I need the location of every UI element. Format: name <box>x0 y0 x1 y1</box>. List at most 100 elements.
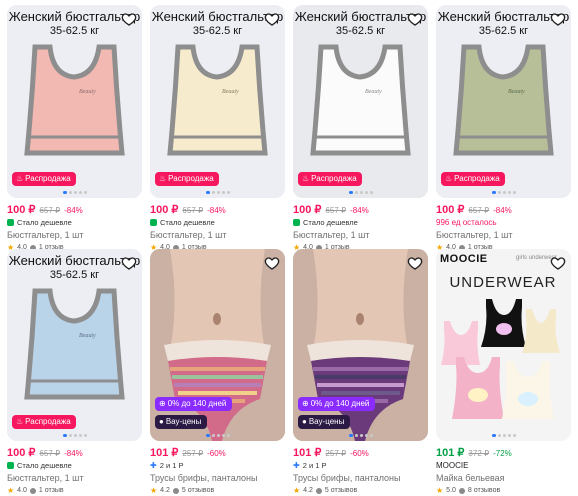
product-title[interactable]: Майка бельевая <box>436 471 571 485</box>
rating-row: ★ 4.2 5 отзывов <box>293 486 358 495</box>
product-image[interactable]: Beauty Женский бюстгальтер 35-62.5 кг ♨ Р… <box>7 5 142 198</box>
promo-line: Стало дешевле <box>7 217 142 228</box>
product-title[interactable]: Бюстгальтер, 1 шт <box>293 228 428 242</box>
promo-tag-icon <box>7 219 14 226</box>
installment-icon: ⊕ <box>159 399 166 408</box>
product-card[interactable]: ⊕ 0% до 140 дней ● Вау-цены 101 ₽ 257 ₽ -6… <box>293 249 428 496</box>
product-title[interactable]: Трусы брифы, панталоны <box>150 471 285 485</box>
tank-tops-image: UNDERWEAR <box>436 249 571 441</box>
sale-badge: ♨ Распродажа <box>441 172 505 186</box>
product-title[interactable]: Бюстгальтер, 1 шт <box>7 228 142 242</box>
fire-icon: ♨ <box>16 174 24 183</box>
vau-badge: ● Вау-цены <box>155 415 208 429</box>
old-price: 657 ₽ <box>325 206 347 215</box>
price: 100 ₽ <box>436 204 465 216</box>
star-icon: ★ <box>7 486 15 495</box>
product-image[interactable]: Beauty Женский бюстгальтер 35-62.5 кг ♨ Р… <box>436 5 571 198</box>
price-row: 100 ₽ 657 ₽ -84% <box>293 203 428 217</box>
product-image[interactable]: ⊕ 0% до 140 дней ● Вау-цены <box>150 249 285 441</box>
review-bubble-icon <box>29 487 36 494</box>
product-image[interactable]: UNDERWEAR MOOCIE girls underwear <box>436 249 571 441</box>
review-bubble-icon <box>458 487 465 494</box>
discount: -84% <box>64 449 83 458</box>
product-card[interactable]: Beauty Женский бюстгальтер 35-62.5 кг ♨ Р… <box>293 5 428 253</box>
promo-tag-icon: ✚ <box>150 461 157 470</box>
old-price: 657 ₽ <box>468 206 490 215</box>
fire-icon: ♨ <box>445 174 453 183</box>
installment-icon: ⊕ <box>302 399 309 408</box>
product-image[interactable]: Beauty Женский бюстгальтер 35-62.5 кг ♨ Р… <box>7 249 142 441</box>
sale-badge: ♨ Распродажа <box>12 415 76 429</box>
heart-icon[interactable] <box>264 11 280 27</box>
price-row: 101 ₽ 257 ₽ -60% <box>293 446 428 460</box>
promo-tag-icon <box>7 462 14 469</box>
old-price: 257 ₽ <box>182 449 204 458</box>
price: 101 ₽ <box>150 447 179 459</box>
old-price: 372 ₽ <box>468 449 490 458</box>
heart-icon[interactable] <box>121 11 137 27</box>
vau-badge: ● Вау-цены <box>298 415 351 429</box>
star-icon: ★ <box>150 486 158 495</box>
product-image[interactable]: Beauty Женский бюстгальтер 35-62.5 кг ♨ Р… <box>293 5 428 198</box>
product-card[interactable]: Beauty Женский бюстгальтер 35-62.5 кг ♨ Р… <box>7 5 142 253</box>
discount: -84% <box>207 206 226 215</box>
svg-text:Beauty: Beauty <box>79 89 96 95</box>
star-icon: ★ <box>436 486 444 495</box>
image-pagination <box>293 191 428 194</box>
image-pagination <box>436 191 571 194</box>
product-card[interactable]: Beauty Женский бюстгальтер 35-62.5 кг ♨ Р… <box>150 5 285 253</box>
promo-line: Стало дешевле <box>293 217 428 228</box>
price-row: 101 ₽ 372 ₽ -72% <box>436 446 571 460</box>
heart-icon[interactable] <box>550 11 566 27</box>
review-bubble-icon <box>315 487 322 494</box>
product-title[interactable]: Трусы брифы, панталоны <box>293 471 428 485</box>
star-icon: ★ <box>293 486 301 495</box>
product-title[interactable]: Бюстгальтер, 1 шт <box>7 471 142 485</box>
price: 101 ₽ <box>436 447 465 459</box>
heart-icon[interactable] <box>264 255 280 271</box>
panties-image <box>150 249 285 441</box>
brand-logo: MOOCIE <box>440 253 488 265</box>
image-pagination <box>293 434 428 437</box>
image-pagination <box>7 191 142 194</box>
product-image[interactable]: Beauty Женский бюстгальтер 35-62.5 кг ♨ Р… <box>150 5 285 198</box>
discount: -60% <box>207 449 226 458</box>
price: 100 ₽ <box>7 447 36 459</box>
promo-tag-icon <box>293 219 300 226</box>
product-title[interactable]: Бюстгальтер, 1 шт <box>150 228 285 242</box>
brand-name[interactable]: MOOCIE <box>436 460 571 471</box>
svg-text:Beauty: Beauty <box>365 89 382 95</box>
heart-icon[interactable] <box>407 11 423 27</box>
product-card[interactable]: Beauty Женский бюстгальтер 35-62.5 кг ♨ Р… <box>7 249 142 496</box>
svg-text:Beauty: Beauty <box>79 333 96 339</box>
vau-icon: ● <box>302 417 307 426</box>
product-card[interactable]: ⊕ 0% до 140 дней ● Вау-цены 101 ₽ 257 ₽ -6… <box>150 249 285 496</box>
price: 101 ₽ <box>293 447 322 459</box>
fire-icon: ♨ <box>159 174 167 183</box>
image-pagination <box>436 434 571 437</box>
product-card[interactable]: UNDERWEAR MOOCIE girls underwear 101 ₽ 3… <box>436 249 571 496</box>
rating-row: ★ 4.0 1 отзыв <box>7 486 64 495</box>
old-price: 657 ₽ <box>39 206 61 215</box>
promo-line: Стало дешевле <box>7 460 142 471</box>
promo-tag-icon <box>150 219 157 226</box>
sale-badge: ♨ Распродажа <box>12 172 76 186</box>
old-price: 257 ₽ <box>325 449 347 458</box>
rating-row: ★ 5.0 8 отзывов <box>436 486 501 495</box>
svg-text:Beauty: Beauty <box>508 89 525 95</box>
stock-left: 996 ед осталось <box>436 218 497 227</box>
heart-icon[interactable] <box>121 255 137 271</box>
price-row: 100 ₽ 657 ₽ -84% <box>7 203 142 217</box>
price: 100 ₽ <box>7 204 36 216</box>
fire-icon: ♨ <box>16 417 24 426</box>
product-image[interactable]: ⊕ 0% до 140 дней ● Вау-цены <box>293 249 428 441</box>
price-row: 100 ₽ 657 ₽ -84% <box>436 203 571 217</box>
product-card[interactable]: Beauty Женский бюстгальтер 35-62.5 кг ♨ Р… <box>436 5 571 253</box>
product-title[interactable]: Бюстгальтер, 1 шт <box>436 228 571 242</box>
heart-icon[interactable] <box>550 255 566 271</box>
image-pagination <box>7 434 142 437</box>
panties-image <box>293 249 428 441</box>
heart-icon[interactable] <box>407 255 423 271</box>
vau-icon: ● <box>159 417 164 426</box>
rating-row: ★ 4.2 5 отзывов <box>150 486 215 495</box>
